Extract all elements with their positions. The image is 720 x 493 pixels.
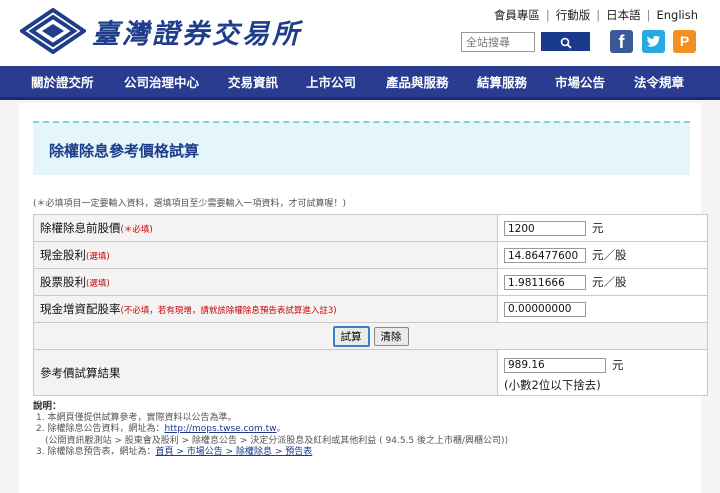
explanation-text: 2. 除權除息公告資料，網址為： [36, 424, 165, 434]
unit-label: 元／股 [592, 248, 627, 262]
table-row: 除權除息前股價(＊必填) 元 [33, 214, 708, 242]
price-value-cell: 元 [497, 214, 708, 242]
result-line: 元 [504, 357, 701, 373]
table-row: 現金增資配股率(不必填，若有現增，請就該除權除息預告表試算進入註3) [33, 295, 708, 323]
nav-about[interactable]: 關於證交所 [31, 66, 94, 100]
english-link[interactable]: English [656, 8, 698, 22]
explanation-heading: 說明： [33, 401, 62, 412]
main-nav: 關於證交所 公司治理中心 交易資訊 上市公司 產品與服務 結算服務 市場公告 法… [0, 66, 720, 100]
clear-button[interactable]: 清除 [373, 326, 409, 346]
field-label: 現金股利 [40, 248, 86, 262]
explanation-text: 3. 除權除息預告表，網址為： [36, 447, 156, 457]
explanation-line: 2. 除權除息公告資料，網址為：http://mops.twse.com.tw。 [33, 424, 508, 436]
nav-listed-companies[interactable]: 上市公司 [306, 66, 356, 100]
calculator-table: 除權除息前股價(＊必填) 元 現金股利(選填) 元／股 股票股利(選填) 元／股 [33, 214, 708, 396]
cash-dividend-input[interactable] [504, 248, 586, 263]
unit-label: 元 [592, 221, 604, 235]
site-search-input[interactable] [461, 32, 535, 52]
site-header: 臺灣證券交易所 會員專區 | 行動版 | 日本語 | English f P [0, 0, 720, 66]
optional-tag: (選填) [86, 252, 110, 262]
twitter-bird-icon [647, 35, 660, 47]
search-icon [560, 37, 572, 49]
ex-dividend-forecast-link[interactable]: 首頁 > 市場公告 > 除權除息 > 預告表 [155, 447, 312, 457]
field-label: 現金增資配股率 [40, 302, 121, 316]
twitter-icon[interactable] [642, 30, 665, 53]
top-links: 會員專區 | 行動版 | 日本語 | English [494, 7, 698, 23]
explanation-text: 。 [276, 424, 286, 434]
member-area-link[interactable]: 會員專區 [494, 8, 540, 22]
form-note: (＊必填項目一定要輸入資料，選填項目至少需要輸入一項資料，才可試算喔！) [33, 199, 347, 209]
facebook-icon[interactable]: f [610, 30, 633, 53]
table-row: 現金股利(選填) 元／股 [33, 241, 708, 269]
mobile-version-link[interactable]: 行動版 [556, 8, 591, 22]
unit-label: 元 [612, 357, 624, 372]
main-content: 除權除息參考價格試算 (＊必填項目一定要輸入資料，選填項目至少需要輸入一項資料，… [19, 103, 708, 493]
stock-dividend-input[interactable] [504, 275, 586, 290]
required-tag: (＊必填) [120, 225, 153, 235]
search-button[interactable] [541, 32, 590, 51]
page-title: 除權除息參考價格試算 [49, 142, 200, 160]
nav-regulations[interactable]: 法令規章 [634, 66, 684, 100]
link-separator: | [545, 8, 550, 22]
nav-governance[interactable]: 公司治理中心 [124, 66, 199, 100]
title-band: 除權除息參考價格試算 [33, 121, 690, 175]
rights-ratio-value-cell [497, 295, 708, 323]
calculate-button[interactable]: 試算 [332, 325, 370, 347]
price-label-cell: 除權除息前股價(＊必填) [33, 214, 498, 242]
explanation: 說明： 1. 本網頁僅提供試算參考，實際資料以公告為準。 2. 除權除息公告資料… [33, 401, 508, 459]
optional-tag: (不必填，若有現增，請就該除權除息預告表試算進入註3) [120, 306, 337, 316]
plurk-icon[interactable]: P [673, 30, 696, 53]
nav-products-services[interactable]: 產品與服務 [386, 66, 449, 100]
rights-ratio-input[interactable] [504, 301, 586, 317]
nav-announcements[interactable]: 市場公告 [555, 66, 605, 100]
rights-ratio-label-cell: 現金增資配股率(不必填，若有現增，請就該除權除息預告表試算進入註3) [33, 295, 498, 323]
mops-link[interactable]: http://mops.twse.com.tw [164, 424, 276, 434]
button-row: 試算 清除 [33, 322, 708, 350]
result-value-cell: 元 (小數2位以下捨去) [497, 349, 708, 396]
field-label: 除權除息前股價 [40, 221, 121, 235]
stock-dividend-label-cell: 股票股利(選填) [33, 268, 498, 296]
result-label-cell: 參考價試算結果 [33, 349, 498, 396]
explanation-line: 3. 除權除息預告表，網址為：首頁 > 市場公告 > 除權除息 > 預告表 [33, 447, 508, 459]
cash-dividend-value-cell: 元／股 [497, 241, 708, 269]
price-input[interactable] [504, 221, 586, 236]
button-cell: 試算 清除 [33, 322, 708, 350]
nav-trading-info[interactable]: 交易資訊 [228, 66, 278, 100]
result-output[interactable] [504, 357, 606, 373]
nav-clearing[interactable]: 結算服務 [477, 66, 527, 100]
table-row: 參考價試算結果 元 (小數2位以下捨去) [33, 349, 708, 396]
cash-dividend-label-cell: 現金股利(選填) [33, 241, 498, 269]
field-label: 股票股利 [40, 275, 86, 289]
table-row: 股票股利(選填) 元／股 [33, 268, 708, 296]
result-note: (小數2位以下捨去) [504, 377, 601, 392]
stock-dividend-value-cell: 元／股 [497, 268, 708, 296]
explanation-line: (公開資訊觀測站 > 股東會及股利 > 除權息公告 > 決定分派股息及紅利或其他… [45, 435, 509, 446]
optional-tag: (選填) [86, 279, 110, 289]
link-separator: | [596, 8, 601, 22]
site-logo-text[interactable]: 臺灣證券交易所 [92, 12, 302, 51]
japanese-link[interactable]: 日本語 [606, 8, 641, 22]
link-separator: | [646, 8, 651, 22]
twse-logo-icon[interactable] [20, 8, 86, 54]
explanation-line: 1. 本網頁僅提供試算參考，實際資料以公告為準。 [36, 412, 237, 423]
result-label: 參考價試算結果 [40, 365, 121, 380]
unit-label: 元／股 [592, 275, 627, 289]
